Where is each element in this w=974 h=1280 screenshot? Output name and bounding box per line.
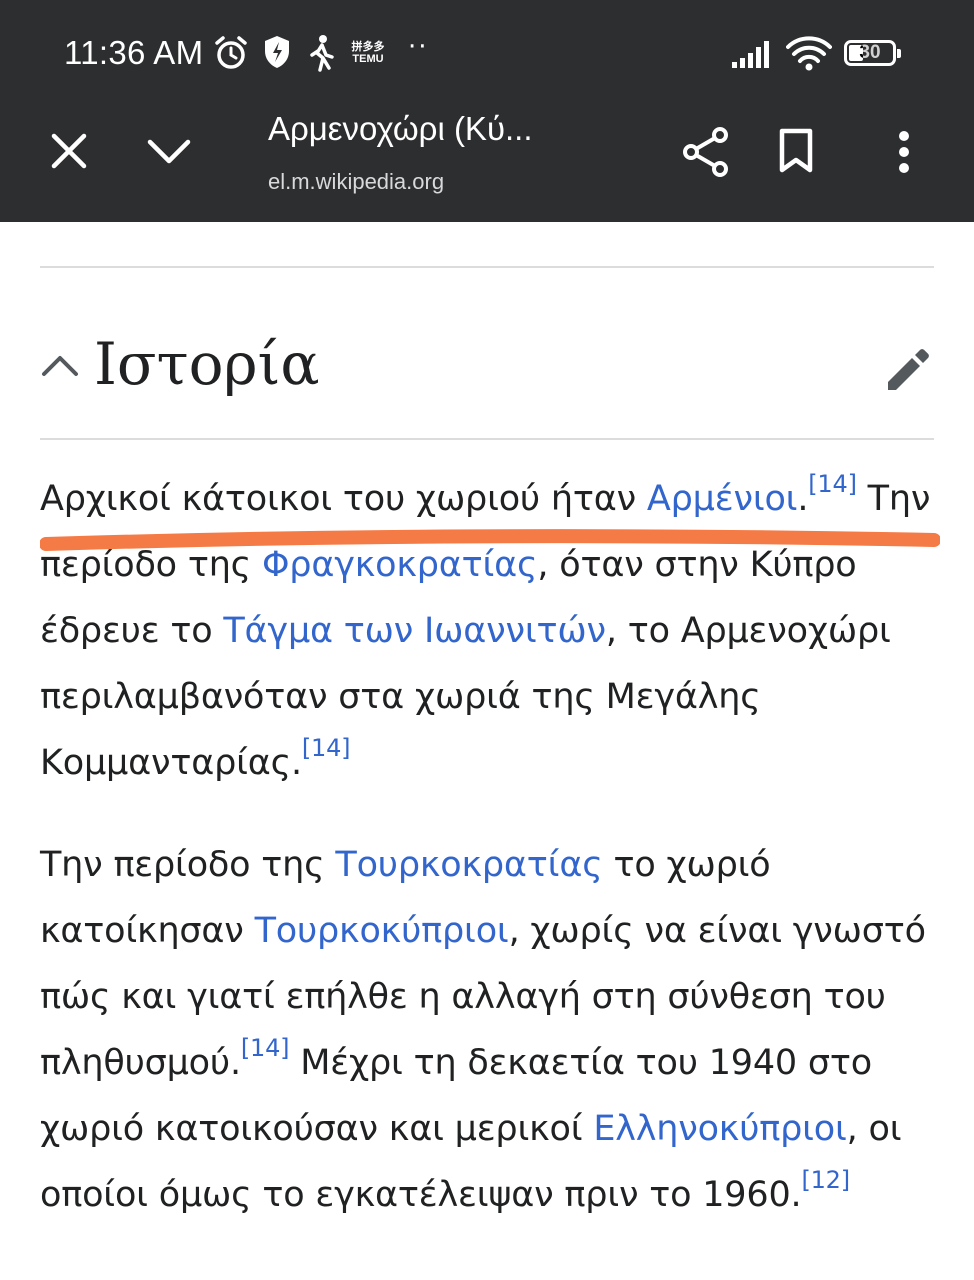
page-url[interactable]: el.m.wikipedia.org — [268, 169, 444, 195]
signal-icon — [732, 40, 776, 70]
more-vert-icon[interactable] — [896, 130, 912, 178]
bookmark-icon[interactable] — [778, 128, 814, 178]
share-icon[interactable] — [682, 126, 730, 182]
article-paragraph: Την περίοδο της Τουρκοκρατίας το χωριό κ… — [40, 845, 926, 1215]
article-paragraph: Αρχικοί κάτοικοι του χωριού ήταν Αρμένιο… — [40, 470, 931, 783]
status-time: 11:36 AM — [64, 34, 204, 71]
temu-icon: 拼多多 TEMU — [351, 41, 385, 65]
wifi-icon — [786, 36, 832, 72]
citation[interactable]: [12] — [801, 1166, 850, 1194]
divider — [40, 438, 934, 440]
walking-icon — [308, 34, 336, 72]
shield-bolt-icon — [262, 34, 292, 70]
battery-level: 30 — [859, 42, 881, 63]
close-icon[interactable] — [50, 132, 88, 174]
page-title[interactable]: Αρμενοχώρι (Κύ... — [268, 110, 533, 148]
divider — [40, 266, 934, 268]
chevron-up-icon[interactable] — [40, 352, 80, 382]
link-greek-cypriots[interactable]: Ελληνοκύπριοι — [593, 1109, 847, 1149]
section-heading[interactable]: Ιστορία — [94, 330, 320, 398]
link-armenians[interactable]: Αρμένιοι — [647, 479, 798, 519]
citation[interactable]: [14] — [808, 470, 857, 498]
more-notifications-dots: ·· — [408, 32, 429, 62]
alarm-icon — [212, 34, 250, 72]
article-body: Αρχικοί κάτοικοι του χωριού ήταν Αρμένιο… — [40, 466, 940, 1264]
citation[interactable]: [14] — [241, 1034, 290, 1062]
edit-pencil-icon[interactable] — [884, 344, 934, 398]
battery-icon: 30 — [844, 40, 901, 66]
hand-drawn-underline — [39, 526, 941, 560]
link-tourkokratia[interactable]: Τουρκοκρατίας — [335, 845, 602, 885]
chevron-down-icon[interactable] — [146, 138, 192, 170]
citation[interactable]: [14] — [302, 734, 351, 762]
link-turkish-cypriots[interactable]: Τουρκοκύπριοι — [255, 911, 509, 951]
browser-chrome: 11:36 AM 拼多多 TEMU ·· 30 Αρμενοχώρι (Κύ..… — [0, 0, 974, 222]
link-knights-hospitaller[interactable]: Τάγμα των Ιωαννιτών — [223, 611, 606, 651]
